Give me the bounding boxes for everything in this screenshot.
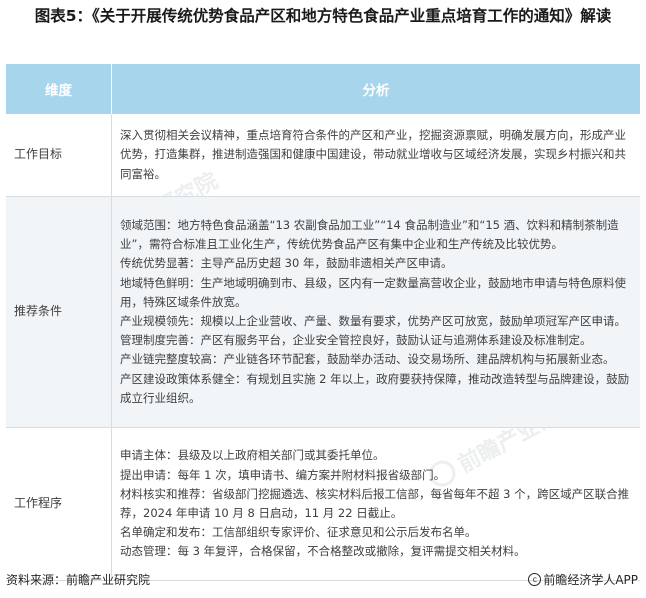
analysis-line: 管理制度完善：产区有服务平台，企业安全管控良好，鼓励认证与追溯体系建设及标准制定… xyxy=(120,333,592,348)
brand-credit: c 前瞻经济学人APP xyxy=(528,571,638,588)
page-title: 图表5：《关于开展传统优势食品产区和地方特色食品产业重点培育工作的通知》解读 xyxy=(34,7,612,25)
analysis-line: 领域范围：地方特色食品涵盖“13 农副食品加工业”“14 食品制造业”和“15 … xyxy=(120,217,619,252)
analysis-line: 动态管理：每 3 年复评，合格保留，不合格整改或撤除，复评需提交相关材料。 xyxy=(120,544,526,559)
column-header-dimension: 维度 xyxy=(6,64,112,114)
table-row: 推荐条件 领域范围：地方特色食品涵盖“13 农副食品加工业”“14 食品制造业”… xyxy=(6,196,640,428)
brand-name: 前瞻经济学人APP xyxy=(543,573,638,587)
analysis-line: 提出申请：每年 1 次，填申请书、编方案并附材料报省级部门。 xyxy=(120,467,446,482)
analysis-cell: 申请主体：县级及以上政府相关部门或其委托单位。 提出申请：每年 1 次，填申请书… xyxy=(111,427,640,581)
analysis-line: 产区建设政策体系健全：有规划且实施 2 年以上，政府要获持保障，推动改造转型与品… xyxy=(120,371,630,405)
analysis-line: 地域特色鲜明：生产地域明确到市、县级，区内有一定数量高营收企业，鼓励地市申请与特… xyxy=(120,275,626,309)
analysis-line: 传统优势显著：主导产品历史超 30 年，鼓励非遗相关产区申请。 xyxy=(120,256,453,271)
policy-table: 维度 分析 工作目标 深入贯彻相关会议精神，重点培育符合条件的产区和产业，挖掘资… xyxy=(6,64,640,581)
table-row: 工作程序 申请主体：县级及以上政府相关部门或其委托单位。 提出申请：每年 1 次… xyxy=(6,427,640,581)
dimension-cell: 工作程序 xyxy=(6,427,112,581)
analysis-line: 申请主体：县级及以上政府相关部门或其委托单位。 xyxy=(120,448,385,463)
table-row: 工作目标 深入贯彻相关会议精神，重点培育符合条件的产区和产业，挖掘资源禀赋，明确… xyxy=(6,114,640,197)
analysis-line: 产业链完整度较高：产业链各环节配套，鼓励举办活动、设交易场所、建品牌机构与拓展新… xyxy=(120,352,615,367)
copyright-icon: c xyxy=(528,573,542,586)
analysis-cell: 领域范围：地方特色食品涵盖“13 农副食品加工业”“14 食品制造业”和“15 … xyxy=(111,196,640,428)
dimension-cell: 推荐条件 xyxy=(6,196,112,428)
analysis-line: 材料核实和推荐：省级部门挖掘遴选、核实材料后报工信部，每省每年不超 3 个，跨区… xyxy=(120,486,630,520)
analysis-cell: 深入贯彻相关会议精神，重点培育符合条件的产区和产业，挖掘资源禀赋，明确发展方向，… xyxy=(111,114,640,197)
column-header-analysis: 分析 xyxy=(111,64,640,114)
analysis-line: 深入贯彻相关会议精神，重点培育符合条件的产区和产业，挖掘资源禀赋，明确发展方向，… xyxy=(120,128,626,181)
dimension-cell: 工作目标 xyxy=(6,114,112,197)
analysis-line: 产业规模领先：规模以上企业营收、产量、数量有要求，优势产区可放宽，鼓励单项冠军产… xyxy=(120,314,626,328)
table-header-row: 维度 分析 xyxy=(6,64,640,114)
source-note: 资料来源：前瞻产业研究院 xyxy=(6,573,151,587)
analysis-line: 名单确定和发布：工信部组织专家评价、征求意见和公示后发布名单。 xyxy=(120,525,477,540)
